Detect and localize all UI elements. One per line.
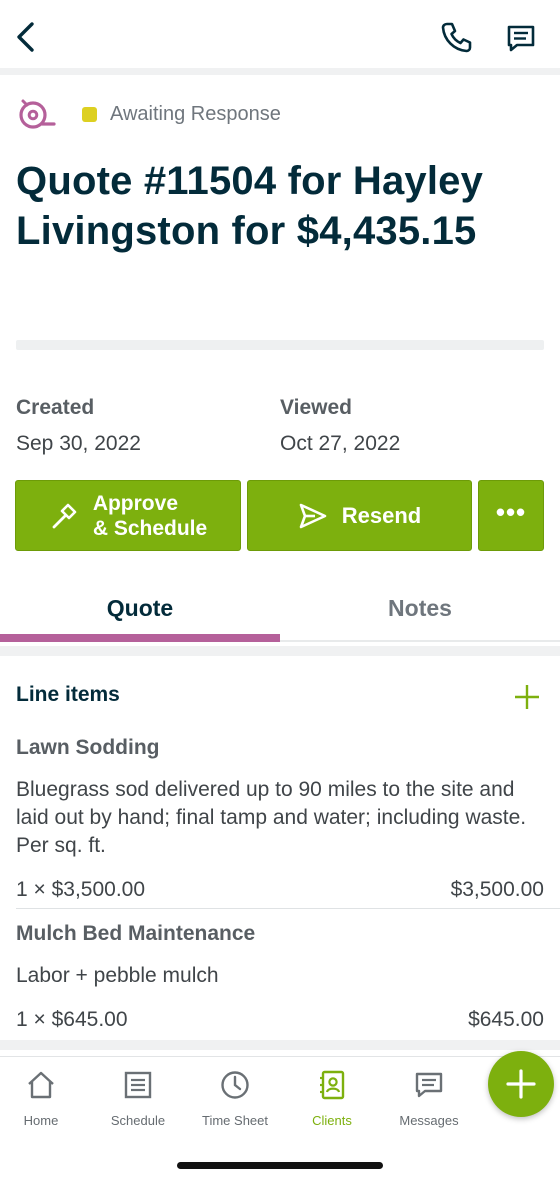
top-bar [0,0,560,68]
line-items-header: Line items [16,683,120,706]
approve-schedule-button[interactable]: Approve & Schedule [15,480,241,551]
line-item-divider [16,908,560,909]
clock-icon [221,1071,249,1099]
section-gap [0,1040,560,1050]
bottom-nav: Home Schedule Time Sheet Clients Message… [0,1056,560,1178]
hammer-icon [52,503,77,528]
resend-button[interactable]: Resend [247,480,472,551]
line-item-total: $645.00 [468,1008,544,1031]
create-button[interactable] [488,1051,554,1117]
nav-schedule[interactable]: Schedule [90,1069,186,1128]
chat-icon[interactable] [504,21,538,55]
nav-schedule-label: Schedule [110,1113,166,1128]
home-indicator [177,1162,383,1169]
page-title: Quote #11504 for Hayley Livingston for $… [16,159,484,253]
line-item-name: Mulch Bed Maintenance [16,922,256,945]
resend-label: Resend [341,502,422,528]
send-icon [299,503,327,528]
line-item-qty-price: 1 × $3,500.00 [16,878,146,901]
status-row: Awaiting Response [16,94,281,134]
nav-time-sheet[interactable]: Time Sheet [187,1069,283,1128]
nav-clients[interactable]: Clients [284,1069,380,1128]
nav-messages-label: Messages [399,1113,459,1128]
created-info: Created Sep 30, 2022 [16,396,141,456]
line-item-name: Lawn Sodding [16,736,160,759]
created-value: Sep 30, 2022 [16,432,141,455]
created-label: Created [16,396,95,419]
line-item[interactable]: Lawn Sodding Bluegrass sod delivered up … [16,736,544,902]
add-line-item-icon[interactable] [512,682,542,712]
more-icon: ••• [495,496,527,527]
nav-time-sheet-label: Time Sheet [202,1113,268,1128]
line-item-total: $3,500.00 [450,878,544,901]
approve-label-line2: & Schedule [92,516,208,540]
nav-home[interactable]: Home [0,1069,89,1128]
home-icon [28,1071,54,1099]
line-item-description: Bluegrass sod delivered up to 90 miles t… [16,778,527,857]
nav-clients-label: Clients [312,1113,352,1128]
clients-icon [320,1070,345,1100]
active-tab-indicator [0,634,280,642]
status-badge [82,106,97,122]
quote-icon [16,94,56,134]
tab-bar: Quote Notes [0,578,560,646]
section-divider [16,340,544,350]
section-gap [0,646,560,656]
line-item-qty-price: 1 × $645.00 [16,1008,128,1031]
phone-icon[interactable] [438,20,474,56]
viewed-label: Viewed [280,396,352,419]
viewed-value: Oct 27, 2022 [280,432,401,455]
line-item-description: Labor + pebble mulch [16,964,219,987]
line-item[interactable]: Mulch Bed Maintenance Labor + pebble mul… [16,922,544,1032]
nav-messages[interactable]: Messages [381,1069,477,1128]
tab-divider [280,640,560,642]
plus-icon [506,1069,536,1099]
messages-icon [415,1072,443,1098]
top-bar-divider [0,68,560,75]
tab-notes[interactable]: Notes [280,578,560,638]
approve-label-line1: Approve [92,491,178,515]
tab-quote[interactable]: Quote [0,578,280,638]
schedule-icon [124,1071,152,1099]
status-label: Awaiting Response [110,102,281,125]
nav-home-label: Home [23,1113,59,1128]
back-icon[interactable] [10,18,42,56]
viewed-info: Viewed Oct 27, 2022 [280,396,400,456]
more-options-button[interactable]: ••• [478,480,544,551]
